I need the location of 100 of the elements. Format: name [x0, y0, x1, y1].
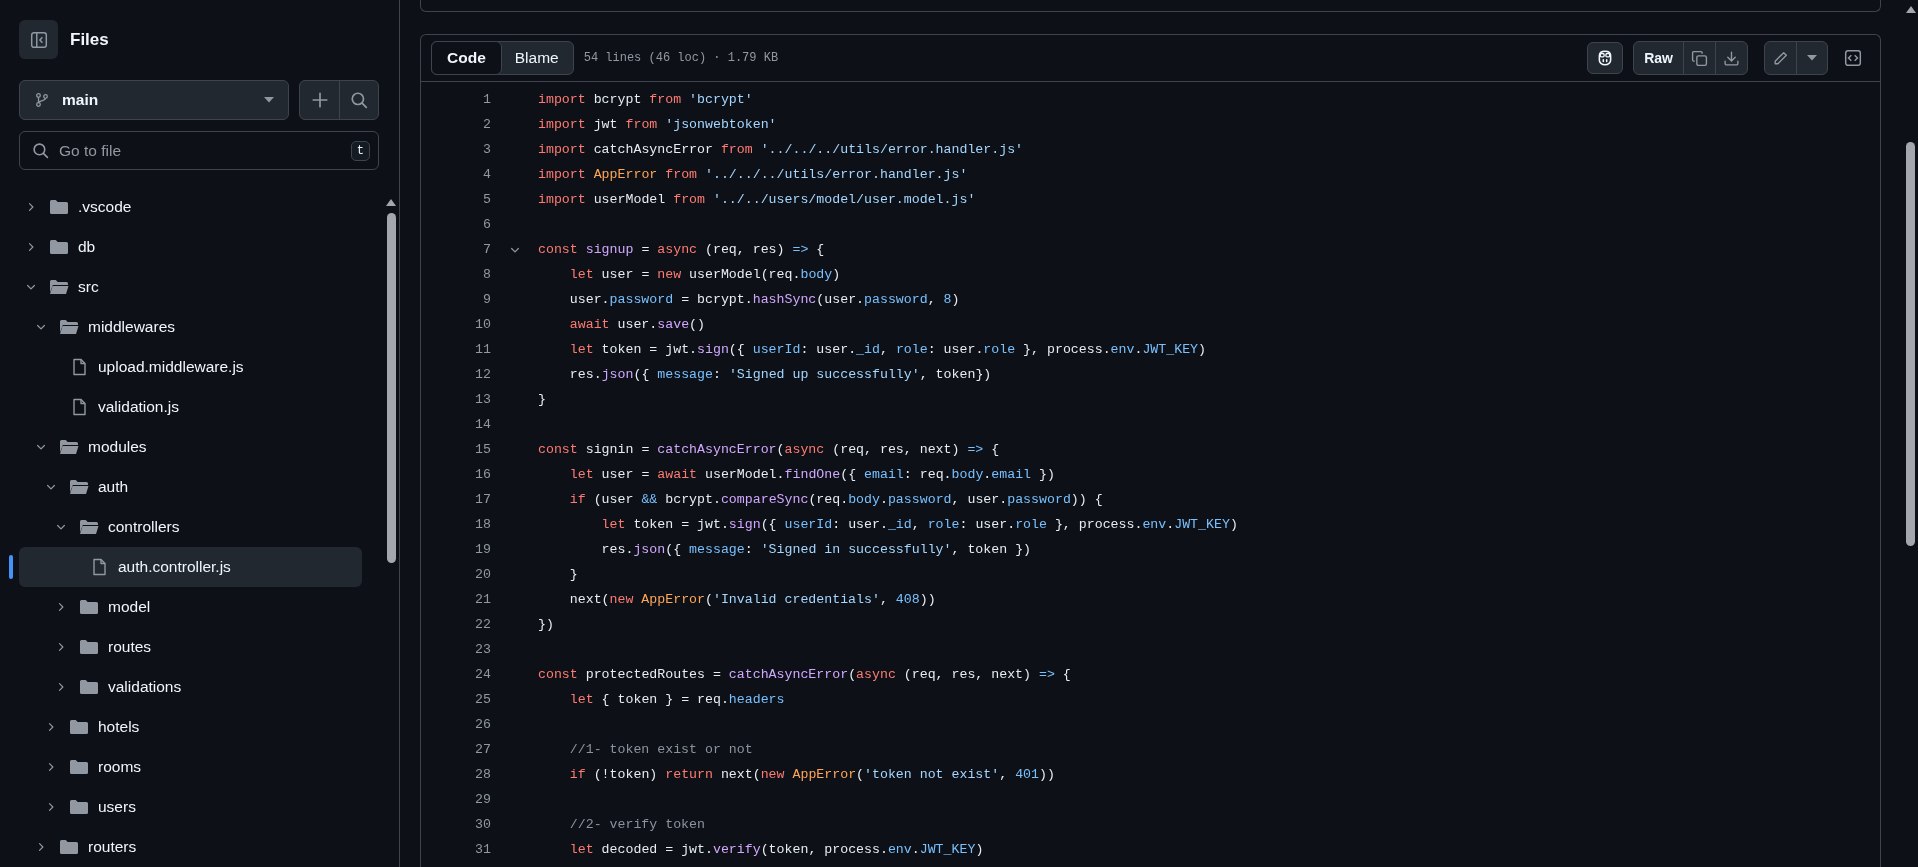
branch-selector[interactable]: main	[19, 80, 290, 120]
tree-item[interactable]: middlewares	[19, 307, 362, 347]
tree-item[interactable]: model	[19, 587, 362, 627]
tree-item[interactable]: db	[19, 227, 362, 267]
tree-item[interactable]: validation.js	[19, 387, 362, 427]
line-number: 20	[474, 567, 491, 582]
code-line: next(new AppError('Invalid credentials', 408))	[568, 592, 936, 607]
folder-icon	[69, 799, 89, 815]
folder-icon	[79, 599, 99, 615]
tree-item[interactable]: upload.middleware.js	[19, 347, 362, 387]
tree-item[interactable]: users	[19, 787, 362, 827]
view-tab[interactable]: Blame	[500, 42, 573, 74]
open-folder-icon	[59, 439, 79, 455]
line-number: 29	[474, 792, 491, 807]
folder-icon	[69, 719, 89, 735]
copy-icon	[1691, 49, 1708, 67]
line-number: 14	[474, 417, 491, 432]
keyboard-shortcut: t	[350, 140, 370, 161]
file-info: 54 lines (46 loc) · 1.79 KB	[583, 51, 779, 65]
go-to-file-input[interactable]: Go to file	[59, 141, 341, 160]
tree-item[interactable]: src	[19, 267, 362, 307]
code-line: import jwt from 'jsonwebtoken'	[538, 117, 777, 132]
sidebar-title: Files	[70, 29, 109, 50]
folder-icon	[79, 679, 99, 695]
line-number: 12	[474, 367, 491, 382]
line-number: 13	[474, 392, 491, 407]
code-line: let token = jwt.sign({ userId: user._id, role: user.role }, process.env.JWT_KEY)	[600, 517, 1238, 532]
copilot-button[interactable]	[1587, 42, 1624, 74]
code-line: //1- token exist or not	[568, 742, 753, 757]
tree-item[interactable]: rooms	[19, 747, 362, 787]
code-line: }	[538, 392, 546, 407]
line-number: 3	[482, 142, 491, 157]
folder-icon	[79, 639, 99, 655]
line-number: 31	[474, 842, 491, 857]
line-number: 1	[482, 92, 491, 107]
line-number: 2	[482, 117, 491, 132]
folder-icon	[49, 239, 69, 255]
code-line: const signup = async (req, res) => {	[538, 242, 825, 257]
line-number: 27	[474, 742, 491, 757]
line-number: 4	[482, 167, 491, 182]
search-bar[interactable]: Go to file t	[19, 131, 379, 170]
folder-icon	[49, 199, 69, 215]
view-tab[interactable]: Code	[431, 41, 502, 75]
line-number: 9	[482, 292, 491, 307]
code-line: const signin = catchAsyncError(async (req, res, next) => {	[538, 442, 1000, 457]
code-line: })	[538, 617, 554, 632]
tree-item[interactable]: controllers	[19, 507, 362, 547]
code-icon	[1844, 49, 1862, 67]
code-line: await user.save()	[568, 317, 705, 332]
caret-icon	[264, 97, 275, 103]
line-number: 19	[474, 542, 491, 557]
tree-item[interactable]: auth	[19, 467, 362, 507]
sidebar-panel-icon	[29, 30, 48, 49]
branch-icon	[34, 92, 50, 108]
search-icon	[32, 142, 49, 159]
pencil-icon	[1772, 49, 1789, 67]
folder-icon	[69, 759, 89, 775]
code-line: let user = await userModel.findOne({ email: req.body.email })	[568, 467, 1055, 482]
line-number: 16	[474, 467, 491, 482]
tree-item[interactable]: routers	[19, 827, 362, 867]
line-number: 7	[482, 242, 491, 257]
line-number: 28	[474, 767, 491, 782]
scroll-up-arrow-icon[interactable]	[1905, 6, 1916, 14]
selection-indicator	[9, 555, 13, 579]
open-folder-icon	[59, 319, 79, 335]
code-line: }	[568, 567, 578, 582]
code-line: if (user && bcrypt.compareSync(req.body.password, user.password)) {	[568, 492, 1103, 507]
code-line: import bcrypt from 'bcrypt'	[538, 92, 753, 107]
scroll-up-arrow-icon[interactable]	[386, 199, 396, 207]
search-icon	[350, 91, 369, 109]
open-folder-icon	[49, 279, 69, 295]
code-line: import catchAsyncError from '../../../utils/error.handler.js'	[538, 142, 1024, 157]
tree-item[interactable]: .vscode	[19, 187, 362, 227]
line-number: 11	[474, 342, 491, 357]
tree-item[interactable]: hotels	[19, 707, 362, 747]
line-number: 5	[482, 192, 491, 207]
line-number: 25	[474, 692, 491, 707]
code-line: const protectedRoutes = catchAsyncError(async (req, res, next) => {	[538, 667, 1071, 682]
code-line: let { token } = req.headers	[568, 692, 785, 707]
code-line: //2- verify token	[568, 817, 705, 832]
collapse-sidebar-button[interactable]	[19, 20, 58, 59]
download-icon	[1723, 49, 1740, 67]
line-number: 10	[474, 317, 491, 332]
code-line: let decoded = jwt.verify(token, process.env.JWT_KEY)	[568, 842, 984, 857]
line-number: 26	[474, 717, 491, 732]
caret-icon	[1807, 55, 1817, 61]
open-folder-icon	[79, 519, 99, 535]
code-line: import userModel from '../../users/model/user.model.js'	[538, 192, 976, 207]
code-line: res.json({ message: 'Signed up successfully', token})	[568, 367, 992, 382]
line-number: 18	[474, 517, 491, 532]
tree-item[interactable]: validations	[19, 667, 362, 707]
line-number: 21	[474, 592, 491, 607]
code-line: import AppError from '../../../utils/error.handler.js'	[538, 167, 968, 182]
tree-item[interactable]: modules	[19, 427, 362, 467]
line-number: 6	[482, 217, 491, 232]
line-number: 23	[474, 642, 491, 657]
code-line: let user = new userModel(req.body)	[568, 267, 841, 282]
plus-icon	[310, 91, 329, 109]
line-number: 22	[474, 617, 491, 632]
tree-item[interactable]: routes	[19, 627, 362, 667]
